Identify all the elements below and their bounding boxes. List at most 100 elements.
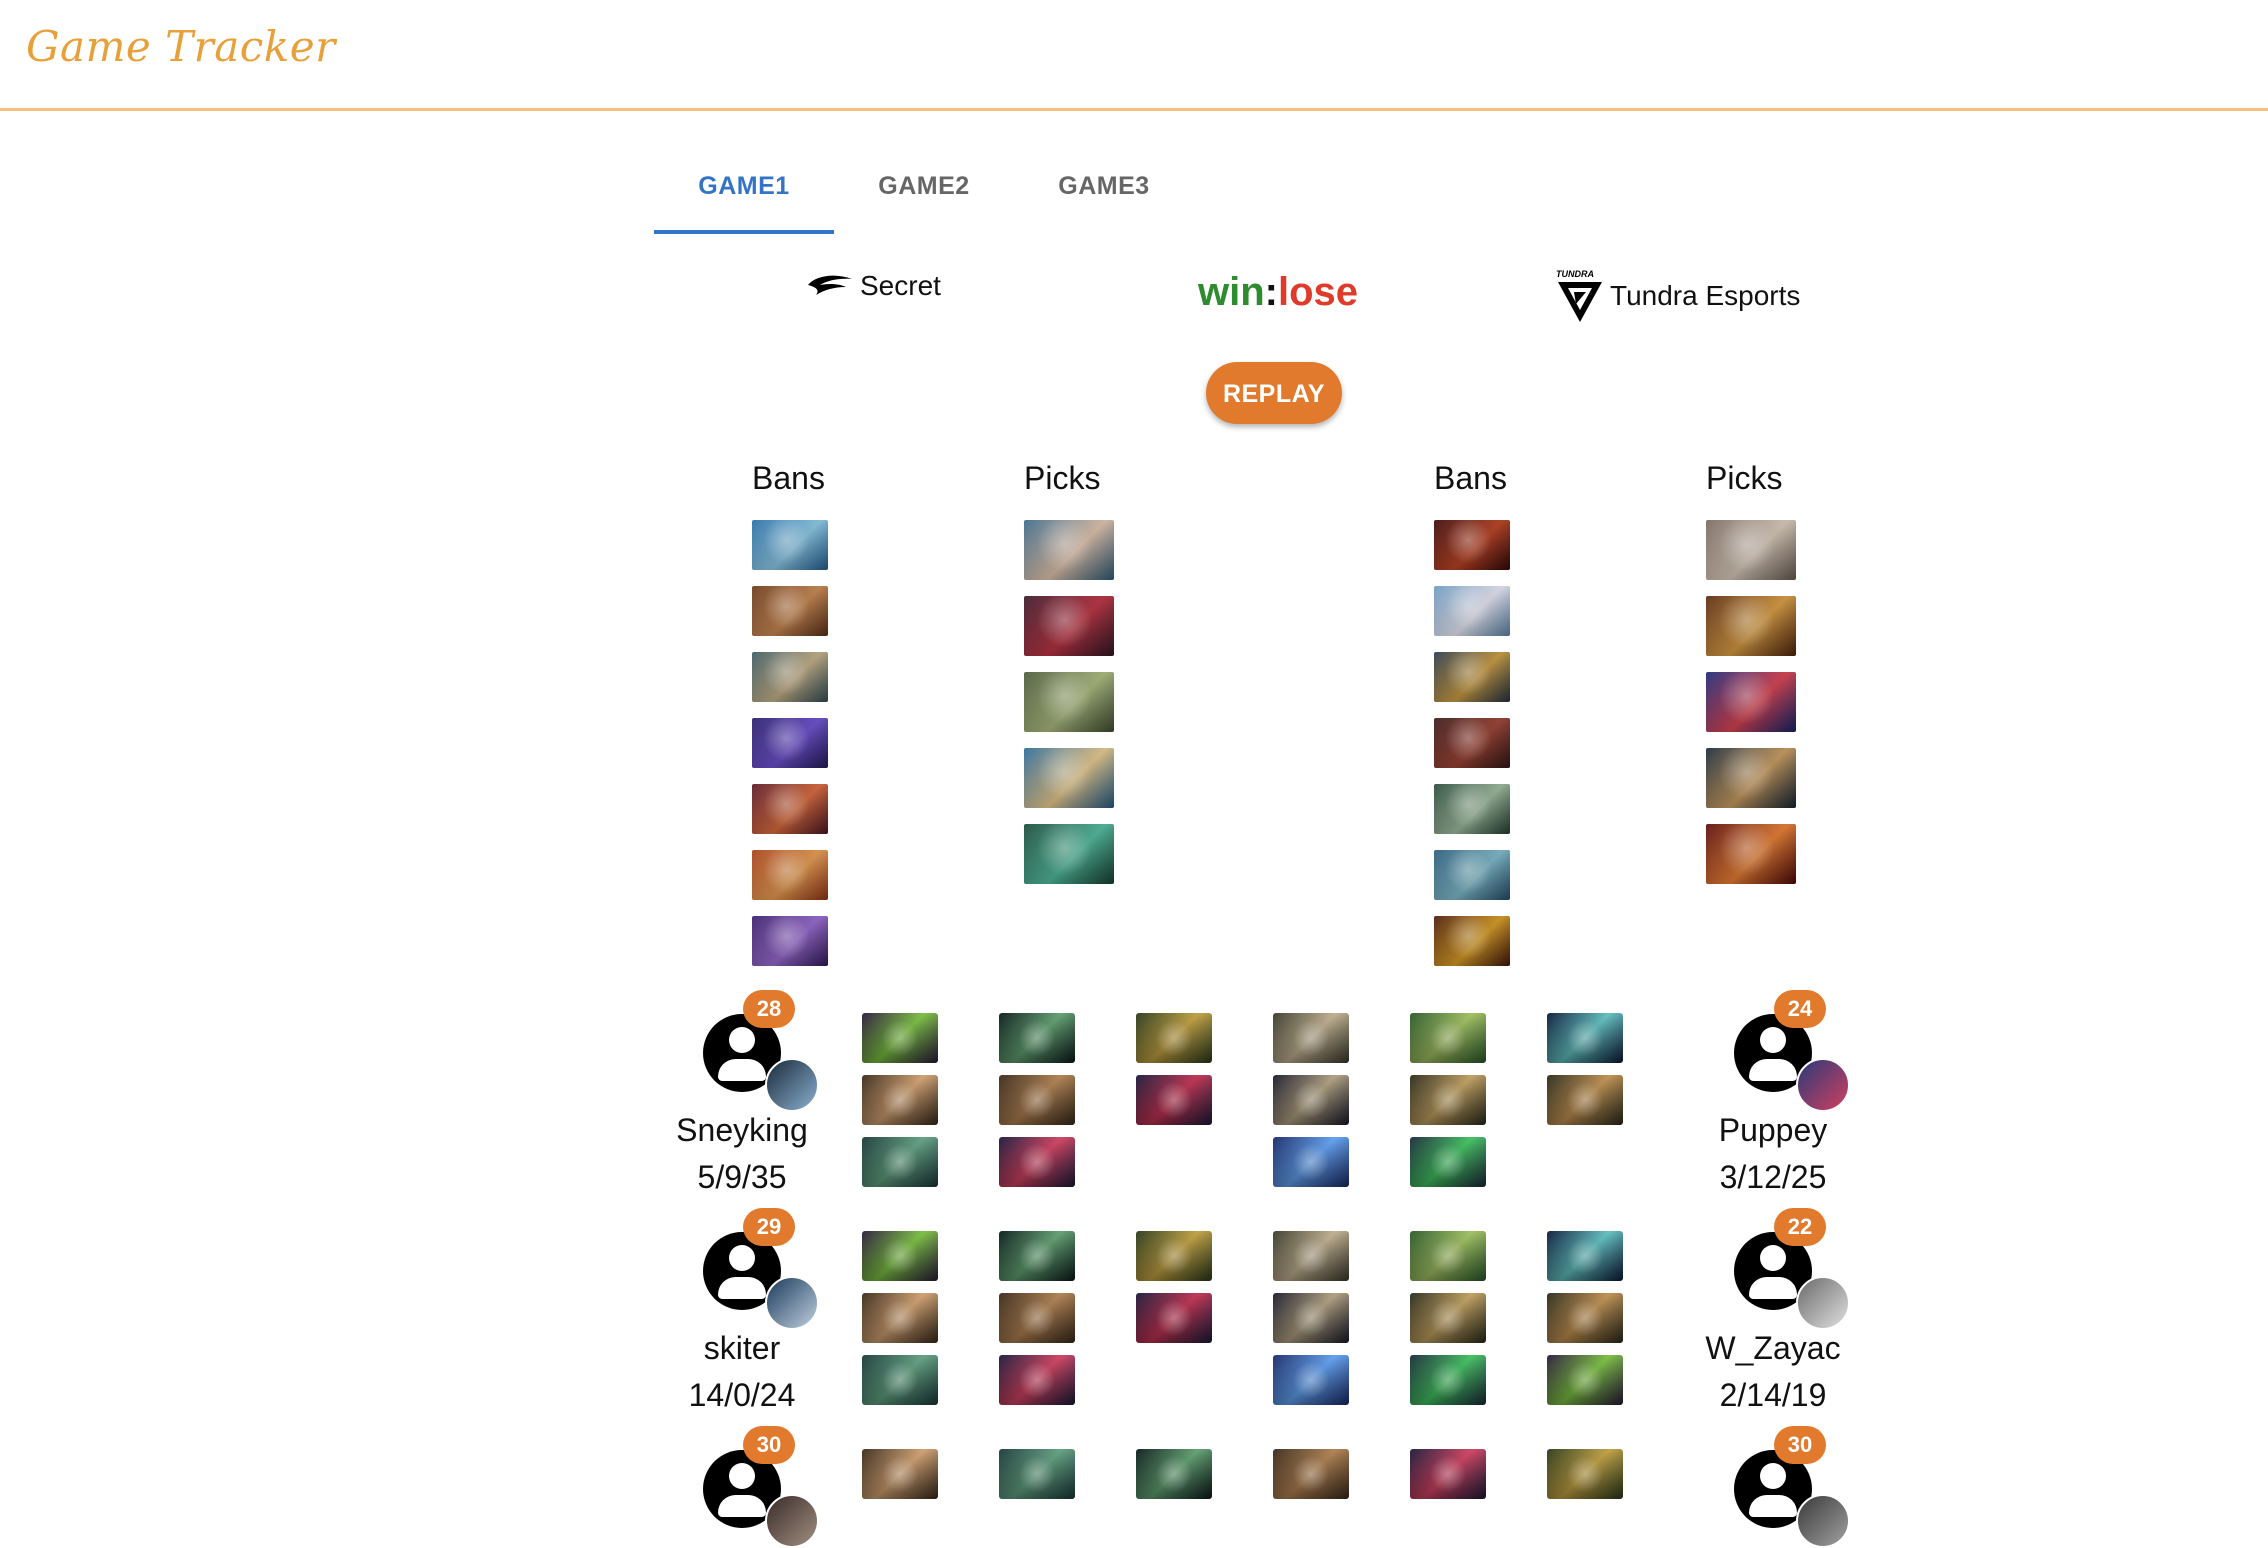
hero-portrait-icon (1024, 596, 1114, 656)
team-right: TUNDRA Tundra Esports (1556, 268, 1800, 324)
level-badge: 30 (743, 1426, 795, 1464)
item-icon (999, 1137, 1075, 1187)
hero-portrait-icon (752, 784, 828, 834)
match-result: win:lose (1198, 270, 1358, 315)
hero-portrait-icon (1024, 824, 1114, 884)
hero-mini-icon (1796, 1058, 1850, 1112)
hero-portrait-icon (1434, 520, 1510, 570)
hero-portrait-icon (1024, 672, 1114, 732)
item-icon (1273, 1075, 1349, 1125)
hero-portrait-icon (1434, 652, 1510, 702)
item-icon (999, 1355, 1075, 1405)
item-icon (1136, 1075, 1212, 1125)
team-right-name: Tundra Esports (1610, 280, 1801, 311)
hero-portrait-icon (1434, 916, 1510, 966)
player-kda: 3/12/25 (1719, 1159, 1827, 1195)
replay-button[interactable]: REPLAY (1206, 362, 1342, 424)
item-icon (1136, 1293, 1212, 1343)
item-icon (862, 1075, 938, 1125)
player-avatar-group: 29 (657, 1208, 827, 1330)
player-card[interactable]: 30 (657, 1426, 827, 1548)
item-icon (1547, 1449, 1623, 1499)
app-brand[interactable]: Game Tracker (26, 22, 336, 71)
left-picks-label: Picks (1024, 460, 1101, 496)
item-icon (1547, 1293, 1623, 1343)
hero-mini-icon (1796, 1494, 1850, 1548)
player-name: Puppey (1718, 1112, 1828, 1148)
item-icon (999, 1231, 1075, 1281)
item-icon (862, 1355, 938, 1405)
right-picks-column (1706, 520, 1796, 900)
level-badge: 22 (1774, 1208, 1826, 1246)
player-kda: 2/14/19 (1719, 1377, 1827, 1413)
item-icon (1410, 1293, 1486, 1343)
item-icon (1273, 1293, 1349, 1343)
player-name: Sneyking (676, 1112, 808, 1148)
item-icon (1547, 1075, 1623, 1125)
player-card[interactable]: 29 skiter 14/0/24 (657, 1208, 827, 1414)
item-icon (1410, 1013, 1486, 1063)
item-icon (999, 1075, 1075, 1125)
item-icon (1547, 1013, 1623, 1063)
hero-portrait-icon (752, 652, 828, 702)
level-badge: 28 (743, 990, 795, 1028)
player-card[interactable]: 28 Sneyking 5/9/35 (657, 990, 827, 1196)
item-icon (862, 1293, 938, 1343)
item-icon (862, 1231, 938, 1281)
hero-portrait-icon (1024, 748, 1114, 808)
tundra-logo-icon: TUNDRA (1556, 269, 1602, 322)
hero-portrait-icon (752, 916, 828, 966)
player-avatar-group: 24 (1688, 990, 1858, 1112)
left-bans-column (752, 520, 828, 982)
hero-portrait-icon (1434, 718, 1510, 768)
hero-portrait-icon (1024, 520, 1114, 580)
item-icon (1136, 1231, 1212, 1281)
tab-game1[interactable]: GAME1 (654, 150, 834, 234)
item-icon (1547, 1355, 1623, 1405)
player-card[interactable]: 30 (1688, 1426, 1858, 1548)
item-icon (999, 1449, 1075, 1499)
player-card[interactable]: 22 W_Zayac 2/14/19 (1688, 1208, 1858, 1414)
item-icon (1136, 1449, 1212, 1499)
item-icon (1410, 1355, 1486, 1405)
player-name: skiter (703, 1330, 781, 1366)
tab-game2[interactable]: GAME2 (834, 150, 1014, 234)
right-bans-label: Bans (1434, 460, 1507, 496)
team-left: Secret (806, 270, 941, 302)
hero-portrait-icon (1434, 784, 1510, 834)
item-icon (1273, 1231, 1349, 1281)
app-header: Game Tracker (0, 0, 2268, 111)
hero-portrait-icon (752, 850, 828, 900)
player-card[interactable]: 24 Puppey 3/12/25 (1688, 990, 1858, 1196)
item-icon (1273, 1013, 1349, 1063)
hero-mini-icon (765, 1058, 819, 1112)
player-name: W_Zayac (1705, 1330, 1841, 1366)
team-left-name: Secret (860, 270, 941, 301)
player-avatar-group: 22 (1688, 1208, 1858, 1330)
hero-mini-icon (765, 1276, 819, 1330)
item-icon (862, 1013, 938, 1063)
player-kda: 14/0/24 (688, 1377, 796, 1413)
tundra-logo-text: TUNDRA (1556, 269, 1594, 279)
hero-portrait-icon (1434, 586, 1510, 636)
result-lose: lose (1278, 270, 1359, 314)
tab-game3[interactable]: GAME3 (1014, 150, 1194, 234)
hero-portrait-icon (1706, 520, 1796, 580)
result-separator: : (1264, 270, 1278, 314)
item-icon (1273, 1355, 1349, 1405)
item-icon (1410, 1075, 1486, 1125)
hero-portrait-icon (1706, 672, 1796, 732)
item-icon (862, 1137, 938, 1187)
hero-portrait-icon (1434, 850, 1510, 900)
left-picks-column (1024, 520, 1114, 900)
secret-logo-icon (808, 275, 852, 295)
hero-portrait-icon (1706, 748, 1796, 808)
player-kda: 5/9/35 (697, 1159, 787, 1195)
item-icon (1273, 1449, 1349, 1499)
hero-portrait-icon (1706, 824, 1796, 884)
item-icon (1547, 1231, 1623, 1281)
item-icon (1410, 1137, 1486, 1187)
level-badge: 24 (1774, 990, 1826, 1028)
left-bans-label: Bans (752, 460, 825, 496)
level-badge: 30 (1774, 1426, 1826, 1464)
